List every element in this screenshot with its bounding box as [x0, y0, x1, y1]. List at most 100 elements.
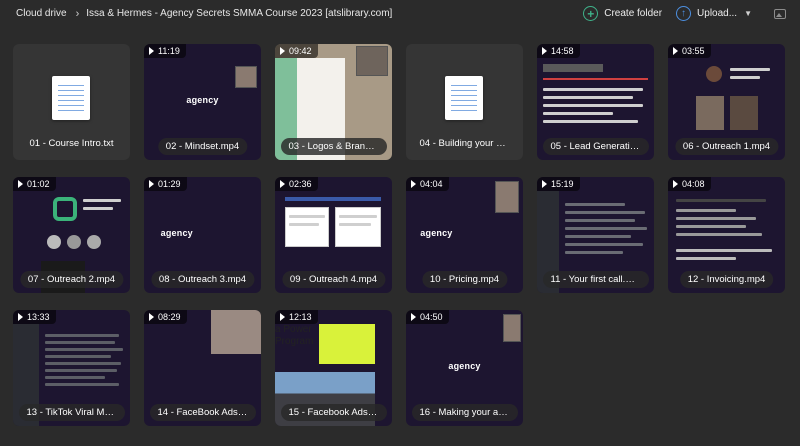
webcam-overlay	[211, 310, 261, 354]
create-folder-button[interactable]: + Create folder	[583, 6, 662, 21]
thumbnail-panel	[285, 197, 381, 201]
image-view-icon[interactable]	[774, 8, 786, 19]
file-grid: 01 - Course Intro.txt agency 11:19 02 - …	[13, 44, 785, 426]
duration-text: 01:29	[158, 179, 181, 189]
play-icon	[542, 47, 547, 55]
file-tile[interactable]: agency 04:04 10 - Pricing.mp4	[406, 177, 523, 293]
duration-text: 12:13	[289, 312, 312, 322]
chevron-down-icon[interactable]: ▼	[744, 9, 752, 18]
play-icon	[542, 180, 547, 188]
duration-badge: 13:33	[13, 310, 56, 324]
duration-badge: 04:50	[406, 310, 449, 324]
file-name: 08 - Outreach 3.mp4	[150, 271, 255, 288]
duration-text: 04:04	[420, 179, 443, 189]
play-icon	[673, 47, 678, 55]
file-tile[interactable]: 15:19 11 - Your first call.mp4	[537, 177, 654, 293]
file-tile[interactable]: agency 04:50 16 - Making your age...	[406, 310, 523, 426]
file-tile[interactable]: agency 01:29 08 - Outreach 3.mp4	[144, 177, 261, 293]
file-tile[interactable]: 01:02 07 - Outreach 2.mp4	[13, 177, 130, 293]
file-tile[interactable]: 08:29 14 - FaceBook Ads 1....	[144, 310, 261, 426]
file-name: 10 - Pricing.mp4	[421, 271, 508, 288]
webcam-overlay	[495, 181, 519, 213]
file-tile[interactable]: a Power Program 12:13 15 - Facebook Ads …	[275, 310, 392, 426]
duration-text: 08:29	[158, 312, 181, 322]
play-icon	[149, 180, 154, 188]
thumbnail-panel	[285, 207, 329, 247]
duration-badge: 09:42	[275, 44, 318, 58]
duration-badge: 14:58	[537, 44, 580, 58]
file-name: 13 - TikTok Viral Meth...	[18, 404, 125, 421]
file-tile[interactable]: 09:42 03 - Logos & Brandin...	[275, 44, 392, 160]
thumbnail-text: agency	[420, 227, 453, 238]
text-document-icon	[445, 76, 483, 120]
duration-badge: 11:19	[144, 44, 186, 58]
file-tile[interactable]: 02:36 09 - Outreach 4.mp4	[275, 177, 392, 293]
duration-badge: 04:04	[406, 177, 449, 191]
text-document-icon	[52, 76, 90, 120]
chevron-right-icon: ›	[75, 7, 80, 20]
thumbnail-text: agency	[186, 94, 219, 105]
file-tile[interactable]: 03:55 06 - Outreach 1.mp4	[668, 44, 785, 160]
duration-text: 14:58	[551, 46, 574, 56]
plus-circle-icon: +	[583, 6, 599, 21]
breadcrumb-root[interactable]: Cloud drive	[16, 8, 67, 19]
play-icon	[18, 313, 23, 321]
file-name: 14 - FaceBook Ads 1....	[149, 404, 256, 421]
file-name: 05 - Lead Generation....	[542, 138, 649, 155]
avatar	[706, 66, 722, 82]
play-icon	[280, 47, 285, 55]
file-name: 03 - Logos & Brandin...	[280, 138, 387, 155]
file-tile[interactable]: 14:58 05 - Lead Generation....	[537, 44, 654, 160]
duration-text: 13:33	[27, 312, 50, 322]
duration-badge: 04:08	[668, 177, 711, 191]
play-icon	[18, 180, 23, 188]
file-tile[interactable]: 13:33 13 - TikTok Viral Meth...	[13, 310, 130, 426]
duration-badge: 02:36	[275, 177, 318, 191]
file-name: 12 - Invoicing.mp4	[679, 271, 774, 288]
create-folder-label: Create folder	[604, 8, 663, 19]
file-name: 15 - Facebook Ads 2....	[280, 404, 387, 421]
webcam-overlay	[503, 314, 521, 342]
thumbnail-text: a Power	[275, 324, 312, 335]
play-icon	[280, 313, 285, 321]
file-name: 04 - Building your age...	[419, 138, 518, 149]
breadcrumb: Cloud drive › Issa & Hermes - Agency Sec…	[16, 8, 392, 19]
thumbnail-panel	[67, 235, 81, 249]
file-name: 06 - Outreach 1.mp4	[674, 138, 779, 155]
duration-badge: 03:55	[668, 44, 711, 58]
file-name: 09 - Outreach 4.mp4	[281, 271, 386, 288]
file-tile[interactable]: 04 - Building your age...	[406, 44, 523, 160]
duration-text: 02:36	[289, 179, 312, 189]
play-icon	[149, 47, 154, 55]
file-name: 11 - Your first call.mp4	[542, 271, 649, 288]
thumbnail-panel: a Power Program	[275, 322, 319, 362]
thumbnail-panel	[696, 96, 724, 130]
thumbnail-panel	[543, 78, 648, 80]
file-tile[interactable]: agency 11:19 02 - Mindset.mp4	[144, 44, 261, 160]
webcam-overlay	[356, 46, 388, 76]
play-icon	[149, 313, 154, 321]
duration-text: 04:50	[420, 312, 443, 322]
thumbnail-text: Program	[275, 336, 314, 347]
duration-badge: 08:29	[144, 310, 187, 324]
thumbnail-text: agency	[448, 360, 481, 371]
file-tile[interactable]: 01 - Course Intro.txt	[13, 44, 130, 160]
duration-text: 04:08	[682, 179, 705, 189]
file-tile[interactable]: 04:08 12 - Invoicing.mp4	[668, 177, 785, 293]
play-icon	[673, 180, 678, 188]
duration-text: 03:55	[682, 46, 705, 56]
logo-mark	[53, 197, 77, 221]
play-icon	[411, 313, 416, 321]
thumbnail-text: agency	[160, 227, 193, 238]
play-icon	[280, 180, 285, 188]
file-name: 02 - Mindset.mp4	[157, 138, 248, 155]
thumbnail-panel	[335, 207, 381, 247]
breadcrumb-current-folder: Issa & Hermes - Agency Secrets SMMA Cour…	[86, 8, 393, 19]
duration-badge: 12:13	[275, 310, 318, 324]
webcam-overlay	[235, 66, 257, 88]
duration-badge: 15:19	[537, 177, 580, 191]
file-name: 01 - Course Intro.txt	[29, 138, 114, 149]
duration-badge: 01:02	[13, 177, 56, 191]
upload-button[interactable]: ↑ Upload... ▼	[676, 6, 752, 21]
duration-text: 01:02	[27, 179, 50, 189]
